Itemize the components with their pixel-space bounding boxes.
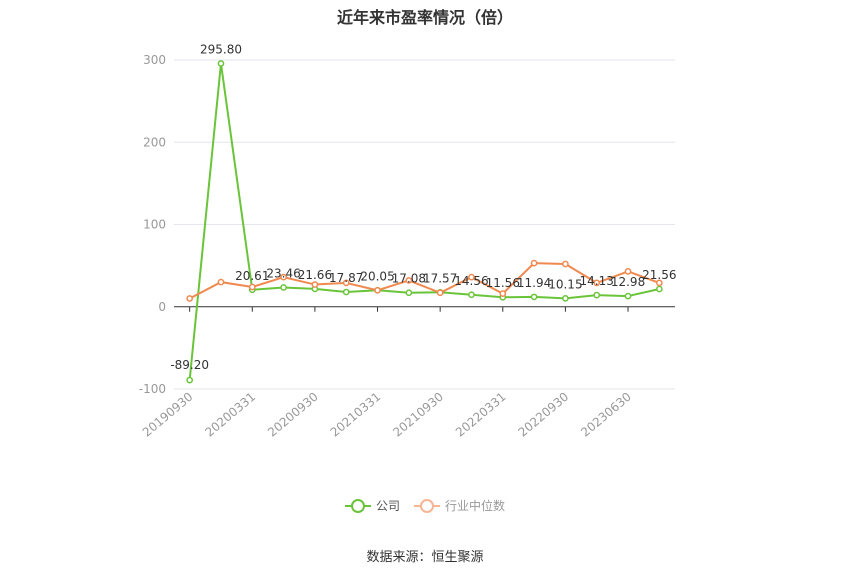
- series-lines: [186, 60, 663, 384]
- x-tick-label: 20200930: [265, 390, 321, 440]
- company-data-label: 21.66: [298, 268, 332, 282]
- pe-ratio-line-chart: -100010020030020190930 20200331 20200930 20…: [139, 42, 677, 440]
- industry-point: [624, 268, 632, 275]
- industry-point: [530, 259, 538, 267]
- industry-point: [499, 290, 507, 297]
- data-labels: -89.20295.8020.6123.4621.6617.8720.0517.…: [170, 42, 676, 372]
- company-point: [186, 376, 194, 384]
- company-data-label: 20.61: [235, 269, 269, 283]
- y-tick-label: 0: [158, 300, 166, 314]
- industry-point: [186, 295, 194, 302]
- legend-industry-marker-icon: [414, 498, 440, 513]
- company-point: [342, 288, 350, 296]
- x-tick-label: 20210930: [390, 390, 446, 440]
- y-tick-label: 300: [143, 53, 166, 67]
- company-data-label: -89.20: [170, 358, 209, 372]
- company-data-label: 23.46: [266, 266, 300, 280]
- x-tick-label: 20190930: [140, 390, 196, 440]
- legend-company-label: 公司: [375, 499, 400, 513]
- company-data-label: 17.08: [392, 272, 426, 286]
- company-data-label: 11.94: [517, 276, 551, 290]
- company-point: [217, 60, 225, 67]
- company-point: [468, 291, 475, 299]
- industry-point: [311, 281, 319, 288]
- company-data-label: 10.15: [548, 277, 582, 291]
- legend-company-marker-icon: [344, 498, 371, 513]
- company-point: [405, 289, 413, 297]
- company-data-label: 295.80: [200, 42, 242, 56]
- company-point: [280, 284, 287, 291]
- data-source-note: 数据来源：恒生聚源: [366, 550, 484, 565]
- industry-point: [217, 278, 225, 286]
- company-data-label: 17.87: [329, 271, 363, 285]
- x-tick-label: 20230630: [578, 390, 634, 440]
- industry-point: [374, 286, 381, 294]
- x-tick-label: 20220930: [516, 390, 572, 440]
- company-series-line: [188, 63, 660, 381]
- company-data-label: 12.98: [611, 275, 645, 289]
- legend: 公司 行业中位数: [0, 497, 850, 514]
- company-point: [530, 293, 538, 301]
- industry-point: [436, 289, 444, 297]
- legend-industry-label: 行业中位数: [445, 499, 506, 513]
- company-data-label: 21.56: [642, 268, 676, 282]
- company-point: [593, 291, 601, 299]
- y-tick-label: -100: [139, 382, 166, 396]
- company-point: [655, 285, 663, 293]
- legend-item-industry[interactable]: 行业中位数: [414, 497, 505, 514]
- company-data-label: 17.57: [423, 271, 457, 285]
- y-tick-label: 100: [143, 218, 166, 232]
- company-point: [624, 292, 632, 300]
- company-point: [562, 295, 569, 302]
- x-tick-label: 20200331: [202, 390, 258, 440]
- grid-lines: [174, 59, 675, 390]
- industry-point: [248, 283, 256, 291]
- company-data-label: 14.13: [580, 274, 614, 288]
- company-data-label: 14.56: [454, 274, 488, 288]
- x-tick-label: 20220331: [453, 390, 509, 440]
- x-tick-label: 20210331: [328, 390, 384, 440]
- company-data-label: 11.56: [486, 276, 520, 290]
- industry-point: [562, 260, 569, 268]
- legend-item-company[interactable]: 公司: [344, 497, 400, 514]
- y-tick-label: 200: [143, 135, 166, 149]
- company-data-label: 20.05: [360, 269, 394, 283]
- axes: -100010020030020190930 20200331 20200930 20…: [139, 53, 675, 440]
